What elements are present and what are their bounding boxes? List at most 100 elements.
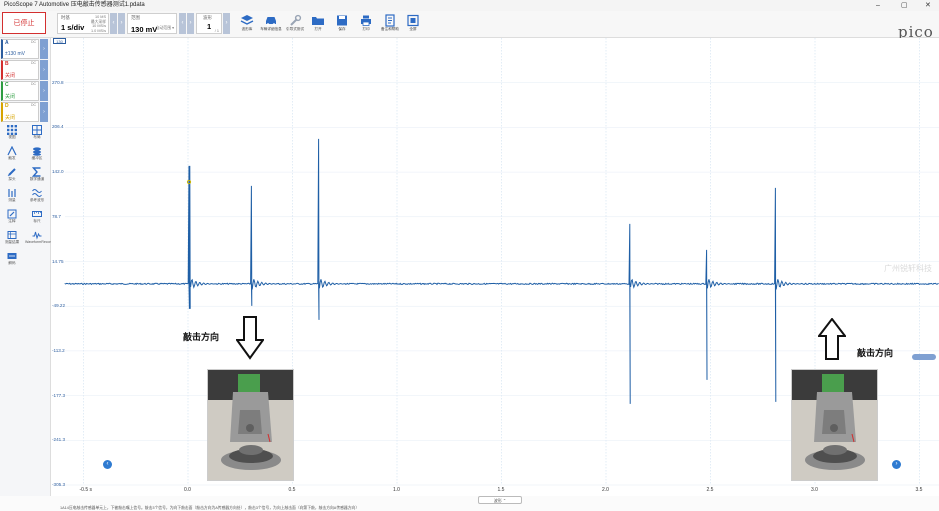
- results-icon: [7, 231, 17, 239]
- channel-a-expand-button[interactable]: ›: [40, 39, 48, 59]
- decode-icon: [7, 253, 17, 259]
- waveform-total: / 1: [214, 29, 219, 33]
- channel-d-card[interactable]: D DC 关闭: [1, 102, 39, 122]
- axis-scroll-handle[interactable]: [912, 354, 936, 360]
- channel-name: B: [5, 61, 9, 67]
- buffer-button[interactable]: 缓冲区: [25, 145, 49, 165]
- notes-button[interactable]: 注释: [0, 208, 24, 228]
- tool-label: 备注和帮助: [381, 27, 399, 31]
- notes-help-button[interactable]: 备注和帮助: [378, 13, 402, 35]
- stack-icon: [33, 147, 41, 156]
- tool-label: 保存: [338, 27, 346, 31]
- math-channels-button[interactable]: 数学通道: [25, 166, 49, 186]
- recorder-icon: [32, 231, 42, 240]
- fullscreen-button[interactable]: 全屏: [401, 13, 425, 35]
- range-label: 范围: [131, 15, 140, 20]
- channel-c-card[interactable]: C DC 关闭: [1, 81, 39, 101]
- grid-icon: [7, 125, 17, 135]
- layout-button[interactable]: 布局: [25, 124, 49, 144]
- print-button[interactable]: 打印: [354, 13, 378, 35]
- title-bar: PicoScope 7 Automotive 压电敲击传感器测试1.pdata …: [0, 0, 939, 11]
- x-axis-tick-label: 0.5: [288, 487, 296, 493]
- next-waveform-button[interactable]: ›: [223, 13, 230, 34]
- channel-b-card[interactable]: B DC 关闭: [1, 60, 39, 80]
- tool-label: 全屏: [409, 27, 417, 31]
- measurements-button[interactable]: 测量: [0, 187, 24, 207]
- side-tool-label: 视图: [8, 135, 16, 139]
- side-tool-label: 注释: [8, 219, 16, 223]
- x-axis-tick-label: 2.0: [602, 487, 609, 493]
- notes-caption: 1A14压电敲击传感器单元上，下被敲击嘴上信号。敲击3个信号，为向下敲击面（敲击…: [60, 506, 360, 510]
- range-decrease-button[interactable]: ‹: [179, 13, 186, 34]
- prev-waveform-button[interactable]: ‹: [103, 460, 112, 469]
- timebase-increase-button[interactable]: ›: [118, 13, 125, 34]
- save-button[interactable]: 保存: [330, 13, 354, 35]
- channel-coupling: DC: [30, 103, 36, 107]
- side-tool-label: 标尺: [33, 219, 41, 223]
- measure-icon: [8, 189, 16, 197]
- close-icon[interactable]: ✕: [925, 0, 931, 11]
- channel-range: ±130 mV: [5, 51, 25, 57]
- tap-direction-label-left: 敲击方向: [183, 332, 220, 342]
- car-icon: [266, 17, 276, 26]
- trigger-icon: [7, 146, 17, 156]
- stop-button[interactable]: 已停止: [2, 12, 46, 34]
- side-tool-label: 触发: [8, 156, 16, 160]
- decode-button[interactable]: 解码: [0, 250, 24, 270]
- channel-b-expand-button[interactable]: ›: [40, 60, 48, 80]
- channel-a-card[interactable]: A DC ±130 mV: [1, 39, 39, 59]
- channel-name: A: [5, 40, 9, 46]
- guided-test-button[interactable]: 引导式测试: [283, 13, 307, 35]
- window-title: PicoScope 7 Automotive 压电敲击传感器测试1.pdata: [4, 2, 145, 8]
- x-axis-tick-label: 2.5: [706, 487, 714, 493]
- measurement-results-button[interactable]: 测量结果: [0, 229, 24, 249]
- minimize-icon[interactable]: –: [876, 0, 880, 11]
- reference-waveforms-button[interactable]: 参考波形: [25, 187, 49, 207]
- probe-button[interactable]: 探头: [0, 166, 24, 186]
- waveform-library-button[interactable]: 波形库: [235, 13, 259, 35]
- channel-name: C: [5, 82, 9, 88]
- note-icon: [7, 209, 17, 219]
- y-axis-tick-label: -305.3: [52, 482, 66, 487]
- auto-range-select[interactable]: 自动范围 ▾: [156, 26, 174, 31]
- channel-c-expand-button[interactable]: ›: [40, 81, 48, 101]
- side-tool-label: 测量: [8, 198, 16, 202]
- range-increase-button[interactable]: ›: [187, 13, 194, 34]
- side-tool-label: 测量结果: [4, 240, 20, 244]
- timebase-value: 1 s/div: [61, 23, 85, 32]
- x-axis-tick-label: 1.5: [497, 487, 505, 493]
- range-value: 130 mV: [131, 25, 158, 34]
- waveform-counter[interactable]: 波形 1 / 1: [196, 13, 222, 34]
- channel-name: D: [5, 103, 9, 109]
- timebase-note: 1.0 MS/s: [91, 28, 106, 33]
- tool-label: 车辆详细信息: [260, 27, 282, 31]
- y-axis-tick-label: -177.3: [52, 392, 66, 398]
- y-axis-tick-label: -241.3: [52, 437, 66, 443]
- trigger-button[interactable]: 触发: [0, 145, 24, 165]
- channel-d-expand-button[interactable]: ›: [40, 102, 48, 122]
- probe-icon: [7, 168, 16, 177]
- reference-icon: [32, 189, 42, 197]
- channel-range: 关闭: [5, 115, 16, 121]
- vehicle-details-button[interactable]: 车辆详细信息: [259, 13, 283, 35]
- rulers-button[interactable]: 标尺: [25, 208, 49, 228]
- open-button[interactable]: 打开: [306, 13, 330, 35]
- notes-icon: [385, 14, 395, 27]
- y-axis-tick-label: -49.22: [52, 303, 66, 309]
- channel-coupling: DC: [30, 61, 36, 65]
- range-control[interactable]: 范围 130 mV 自动范围 ▾: [127, 13, 177, 34]
- waveform-recorder-button[interactable]: WaveformRecorder: [25, 229, 56, 249]
- timebase-control[interactable]: 时基 1 s/div 10 MS 最大采样 10 MS/s 1.0 MS/s: [57, 13, 109, 34]
- next-waveform-button[interactable]: ›: [892, 460, 901, 469]
- maximize-icon[interactable]: ▢: [901, 0, 908, 11]
- y-axis-tick-label: 78.7: [52, 213, 61, 219]
- views-button[interactable]: 视图: [0, 124, 24, 144]
- sigma-icon: [32, 167, 41, 177]
- waveform-timeline-button[interactable]: 波形 ⌃: [478, 496, 522, 504]
- sensor-illustration: [208, 370, 293, 480]
- timebase-decrease-button[interactable]: ‹: [110, 13, 117, 34]
- side-tool-label: 布局: [33, 135, 41, 139]
- x-axis-tick-label: 0.0: [184, 487, 191, 493]
- ruler-tab[interactable]: 130: [53, 38, 66, 44]
- sidebar: A DC ±130 mV › B DC 关闭 › C DC 关闭 › D DC …: [0, 38, 56, 511]
